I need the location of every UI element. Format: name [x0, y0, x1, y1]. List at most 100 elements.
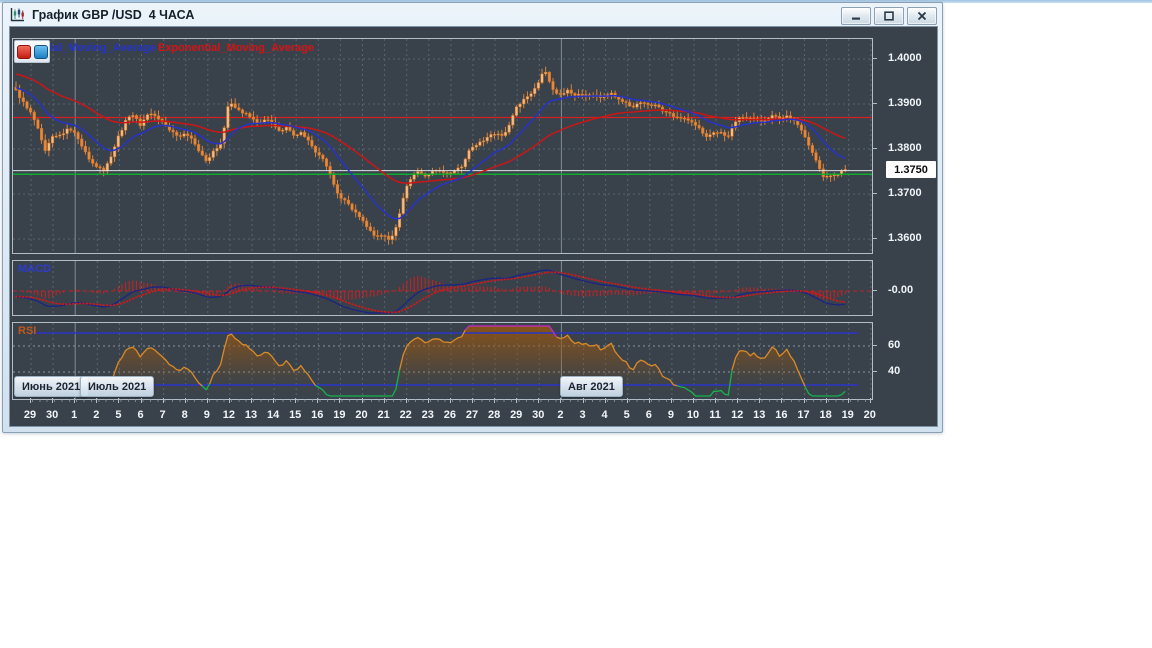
x-axis-label: 5: [115, 409, 122, 421]
price-axis-tick: [872, 58, 877, 59]
x-axis-tick: [604, 398, 606, 403]
x-axis-label: 7: [159, 409, 166, 421]
x-axis-tick: [405, 398, 407, 403]
price-axis-label: 1.3800: [888, 142, 922, 154]
x-axis-label: 6: [645, 409, 652, 421]
indicator-axis-tick: [872, 290, 877, 291]
x-axis-minor-ticks: [32, 399, 872, 402]
x-axis-label: 9: [667, 409, 674, 421]
indicator-axis-tick: [872, 345, 877, 346]
x-axis-tick: [52, 398, 54, 403]
x-axis-label: 16: [311, 409, 324, 421]
x-axis-tick: [869, 398, 871, 403]
x-axis-label: 8: [181, 409, 188, 421]
x-axis-label: 23: [421, 409, 434, 421]
x-axis-label: 14: [266, 409, 280, 421]
close-icon: [917, 11, 927, 21]
minimize-button[interactable]: [841, 7, 871, 25]
x-axis-tick: [206, 398, 208, 403]
chart-window: График GBP /USD 4 ЧАСА ntial_Moving_Aver…: [2, 2, 943, 433]
x-axis-label: 30: [532, 409, 545, 421]
month-marker-august: Авг 2021: [560, 376, 623, 397]
x-axis-label: 12: [222, 409, 236, 421]
x-axis-label: 13: [753, 409, 766, 421]
x-axis-tick: [251, 398, 252, 403]
x-axis-label: 17: [797, 409, 810, 421]
x-axis-label: 4: [601, 409, 608, 421]
minimize-icon: [852, 17, 860, 20]
price-axis-tick: [872, 193, 877, 194]
rsi-panel-label: RSI: [18, 325, 37, 337]
x-axis-tick: [361, 398, 363, 403]
x-axis-tick: [781, 398, 783, 403]
x-axis-label: 6: [137, 409, 144, 421]
x-axis-tick: [626, 398, 628, 403]
x-axis-label: 29: [23, 409, 37, 421]
x-axis-label: 20: [355, 409, 368, 421]
candlestick-chart-icon: [10, 7, 24, 21]
price-axis-tick: [872, 148, 877, 149]
x-axis-label: 12: [731, 409, 744, 421]
x-axis-tick: [162, 398, 164, 403]
window-title: График GBP /USD 4 ЧАСА: [32, 7, 195, 22]
price-axis-tick: [872, 238, 877, 239]
x-axis-label: 29: [510, 409, 523, 421]
maximize-button[interactable]: [874, 7, 904, 25]
x-axis-tick: [427, 398, 429, 403]
x-axis-tick: [383, 398, 385, 403]
x-axis-label: 18: [819, 409, 832, 421]
x-axis-tick: [516, 398, 518, 403]
x-axis-tick: [449, 398, 451, 403]
x-axis-tick: [295, 398, 297, 403]
titlebar[interactable]: График GBP /USD 4 ЧАСА: [3, 3, 942, 26]
x-axis-tick: [825, 398, 827, 403]
x-axis-label: 2: [557, 409, 564, 421]
x-axis-label: 5: [623, 409, 630, 421]
x-axis-label: 21: [377, 409, 390, 421]
chart-content: Exponential_Moving_Average Exponential_M…: [9, 26, 938, 427]
macd-panel-label: MACD: [18, 263, 51, 275]
x-axis-label: 1: [71, 409, 78, 421]
x-axis-label: 27: [465, 409, 479, 421]
macd-chart[interactable]: [12, 260, 873, 316]
x-axis-label: 28: [487, 409, 501, 421]
maximize-icon: [884, 11, 894, 21]
price-chart[interactable]: [12, 38, 873, 254]
x-axis-tick: [273, 398, 275, 403]
x-axis-label: 2: [93, 409, 100, 421]
month-marker-july: Июль 2021: [80, 376, 155, 397]
x-axis-label: 10: [686, 409, 700, 421]
x-axis-tick: [184, 398, 186, 403]
price-axis-tick: [872, 103, 877, 104]
x-axis-tick: [803, 398, 805, 403]
x-axis-tick: [560, 398, 562, 403]
x-axis-tick: [96, 398, 98, 403]
rsi-axis-label: 60: [888, 339, 901, 351]
indicator-toggle-panel: [14, 40, 50, 63]
x-axis-tick: [140, 398, 142, 403]
month-marker-june: Июнь 2021: [14, 376, 89, 397]
x-axis-tick: [339, 398, 341, 403]
x-axis-tick: [737, 398, 739, 403]
x-axis-label: 19: [333, 409, 346, 421]
x-axis-label: 22: [399, 409, 412, 421]
indicator-toggle-blue-button[interactable]: [33, 44, 48, 59]
legend-ma-red: Exponential_Moving_Average: [158, 42, 315, 54]
indicator-axis-tick: [872, 371, 877, 372]
close-button[interactable]: [907, 7, 937, 25]
x-axis-tick: [693, 398, 694, 403]
indicator-toggle-red-button[interactable]: [16, 44, 31, 59]
x-axis-tick: [648, 398, 650, 403]
x-axis-label: 16: [775, 409, 788, 421]
x-axis-label: 11: [709, 409, 721, 421]
x-axis-tick: [759, 398, 761, 403]
x-axis-tick: [715, 398, 717, 403]
x-axis-tick: [30, 398, 31, 403]
price-axis-label: 1.3900: [888, 97, 922, 109]
x-axis-label: 26: [443, 409, 457, 421]
x-axis-tick: [538, 398, 540, 403]
price-axis-label: 1.3700: [888, 187, 922, 199]
x-axis-label: 30: [45, 409, 59, 421]
x-axis-tick: [118, 398, 120, 403]
rsi-axis-label: 40: [888, 365, 901, 377]
